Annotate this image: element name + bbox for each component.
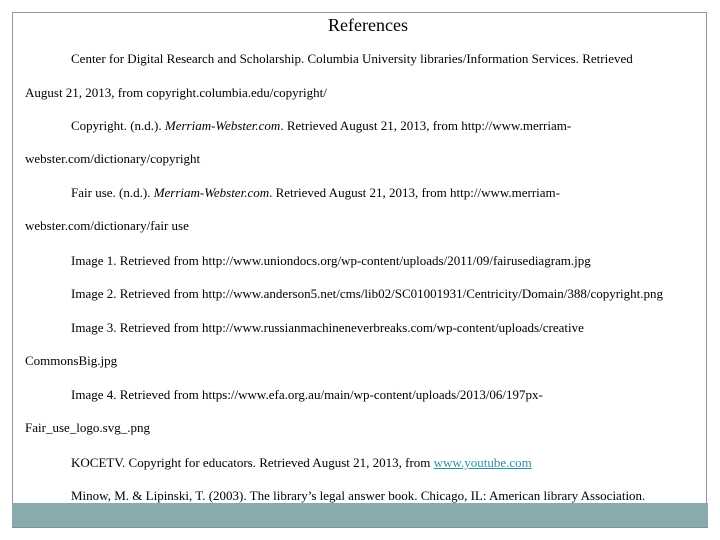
reference-text: KOCETV. Copyright for educators. Retriev… (71, 455, 434, 470)
reference-image-4-line2: Fair_use_logo.svg_.png (25, 420, 150, 435)
reference-center-digital-research-line2: August 21, 2013, from copyright.columbia… (25, 85, 327, 100)
reference-text: . Retrieved August 21, 2013, from http:/… (280, 118, 572, 133)
page-title: References (328, 15, 408, 35)
reference-image-2: Image 2. Retrieved from http://www.ander… (71, 286, 664, 301)
reference-text: . Retrieved August 21, 2013, from http:/… (269, 185, 560, 200)
source-title: Merriam-Webster.com (153, 185, 270, 200)
reference-image-3-line2: CommonsBig.jpg (25, 353, 118, 368)
source-title: Merriam-Webster.com (164, 118, 281, 133)
youtube-link[interactable]: www.youtube.com (434, 455, 532, 470)
reference-text: Copyright. (n.d.). (71, 118, 165, 133)
reference-copyright-line2: webster.com/dictionary/copyright (25, 151, 201, 166)
reference-minow-lipinski: Minow, M. & Lipinski, T. (2003). The lib… (71, 488, 646, 503)
reference-image-4-line1: Image 4. Retrieved from https://www.efa.… (71, 387, 543, 402)
footer-bar (12, 503, 708, 528)
reference-center-digital-research-line1: Center for Digital Research and Scholars… (71, 51, 633, 66)
reference-copyright-line1: Copyright. (n.d.). Merriam-Webster.com. … (71, 118, 571, 134)
reference-text: Fair use. (n.d.). (71, 185, 154, 200)
reference-fair-use-line1: Fair use. (n.d.). Merriam-Webster.com. R… (71, 185, 560, 201)
reference-image-3-line1: Image 3. Retrieved from http://www.russi… (71, 320, 584, 335)
reference-fair-use-line2: webster.com/dictionary/fair use (25, 218, 189, 233)
reference-koce-tv: KOCETV. Copyright for educators. Retriev… (71, 455, 532, 471)
reference-image-1: Image 1. Retrieved from http://www.union… (71, 253, 591, 268)
